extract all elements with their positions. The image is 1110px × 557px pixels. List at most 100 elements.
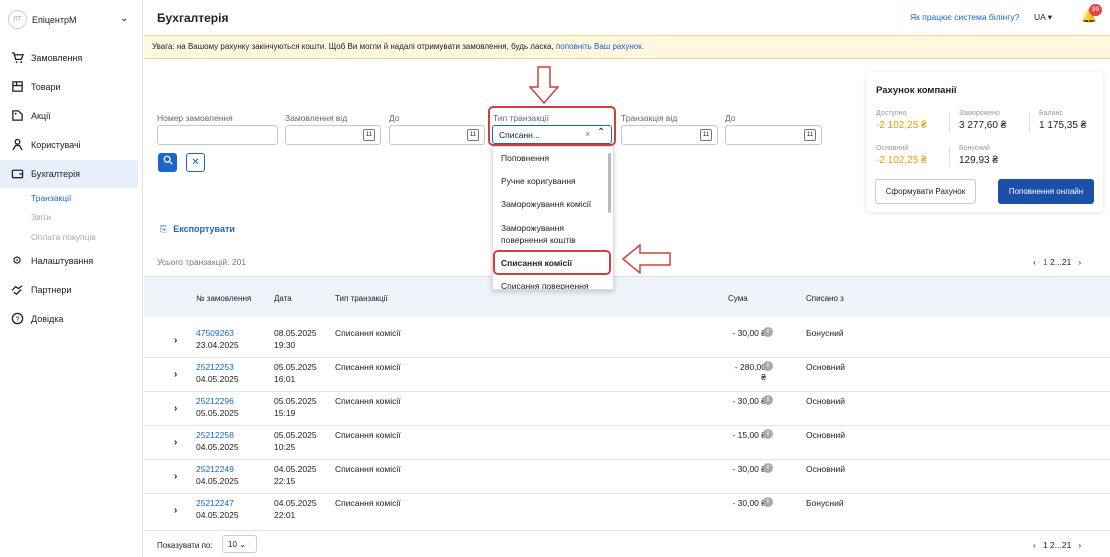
order-to-input[interactable]: 11 (389, 125, 485, 145)
transaction-type-select[interactable]: Списанн... × ⌃ (492, 125, 612, 144)
expand-icon[interactable]: › (174, 403, 177, 414)
chevron-right-icon[interactable]: › (1078, 540, 1081, 550)
order-date: 04.05.2025 (196, 374, 239, 384)
order-link[interactable]: 25212296 (196, 396, 234, 406)
tx-time: 22:01 (274, 510, 296, 520)
calendar-icon[interactable]: 11 (804, 129, 816, 141)
bonus-value: 129,93 ₴ (959, 155, 998, 166)
info-icon[interactable]: i (763, 395, 773, 405)
clear-icon[interactable]: × (585, 129, 590, 139)
per-page-label: Показувати по: (157, 541, 213, 550)
bonus-label: Бонусний (959, 145, 990, 152)
sidebar-item-settings[interactable]: ⚙ Налаштування (0, 247, 138, 275)
handshake-icon (10, 283, 24, 297)
dropdown-scrollbar[interactable] (608, 153, 611, 213)
sidebar-subitem-customer-payments[interactable]: Оплата покупців (31, 232, 96, 242)
generate-invoice-button[interactable]: Сформувати Рахунок (875, 179, 976, 204)
export-button[interactable]: ⎘ Експортувати (160, 224, 235, 235)
transaction-type-value: Списанн... (499, 130, 540, 140)
transaction-to-input[interactable]: 11 (725, 125, 822, 145)
table-footer: Показувати по: 10 ⌄ ‹ 1 2...21 › (144, 530, 1110, 557)
balance-value: 1 175,35 ₴ (1039, 120, 1087, 131)
top-up-online-button[interactable]: Поповнення онлайн (998, 179, 1094, 204)
tx-date: 05.05.2025 (274, 396, 317, 406)
info-icon[interactable]: i (763, 429, 773, 439)
sidebar-item-label: Бухгалтерія (31, 169, 80, 179)
per-page-value: 10 (228, 540, 237, 549)
billing-help-link[interactable]: Як працює система білінгу? (910, 12, 1019, 22)
warning-text: Увага: на Вашому рахунку закінчуються ко… (152, 42, 556, 51)
chevron-right-icon[interactable]: › (1078, 257, 1081, 267)
sidebar-item-help[interactable]: ? Довідка (0, 305, 138, 333)
tx-amount: - 30,00 ₴ (732, 328, 766, 338)
arrow-down-icon (529, 66, 559, 104)
calendar-icon[interactable]: 11 (363, 129, 375, 141)
info-icon[interactable]: i (763, 463, 773, 473)
dropdown-option-manual-adjustment[interactable]: Ручне коригування (493, 175, 609, 187)
chevron-left-icon[interactable]: ‹ (1033, 540, 1036, 550)
order-link[interactable]: 25212253 (196, 362, 234, 372)
info-icon[interactable]: i (763, 327, 773, 337)
order-link[interactable]: 25212258 (196, 430, 234, 440)
order-link[interactable]: 47509263 (196, 328, 234, 338)
dropdown-option-top-up[interactable]: Поповнення (493, 152, 609, 164)
page-rest[interactable]: 2...21 (1050, 257, 1071, 267)
order-from-label: Замовлення від (285, 113, 348, 123)
transaction-from-input[interactable]: 11 (621, 125, 718, 145)
balance-label: Баланс (1039, 110, 1063, 117)
tx-amount: - 15,00 ₴ (732, 430, 766, 440)
page-rest[interactable]: 2...21 (1050, 540, 1071, 550)
page-current[interactable]: 1 (1043, 257, 1048, 267)
avatar: ЛТ (8, 10, 27, 29)
available-value: -2 102,25 ₴ (876, 120, 927, 131)
order-date: 04.05.2025 (196, 476, 239, 486)
sidebar-subitem-transactions[interactable]: Транзакції (31, 193, 71, 203)
order-from-input[interactable]: 11 (285, 125, 381, 145)
info-icon[interactable]: i (763, 361, 773, 371)
pagination-bottom: ‹ 1 2...21 › (1033, 540, 1081, 550)
sidebar-item-label: Акції (31, 111, 51, 121)
expand-icon[interactable]: › (174, 505, 177, 516)
top-up-link[interactable]: поповніть Ваш рахунок. (556, 42, 644, 51)
expand-icon[interactable]: › (174, 369, 177, 380)
chevron-left-icon[interactable]: ‹ (1033, 257, 1036, 267)
chevron-down-icon[interactable]: ⌄ (120, 13, 128, 24)
sidebar-item-partners[interactable]: Партнери (0, 276, 138, 304)
expand-icon[interactable]: › (174, 437, 177, 448)
sidebar-item-orders[interactable]: Замовлення (0, 44, 138, 72)
sidebar-item-label: Замовлення (31, 53, 83, 63)
company-switcher[interactable]: ЛТ ЕпіцентрМ ⌄ (8, 10, 138, 30)
order-link[interactable]: 25212249 (196, 464, 234, 474)
info-icon[interactable]: i (763, 497, 773, 507)
sidebar-item-label: Товари (31, 82, 61, 92)
page-current[interactable]: 1 (1043, 540, 1048, 550)
chevron-up-icon[interactable]: ⌃ (597, 127, 605, 138)
clear-filters-button[interactable]: ✕ (186, 153, 205, 172)
calendar-icon[interactable]: 11 (700, 129, 712, 141)
dropdown-option-refund-charge[interactable]: Списання повернення (493, 280, 609, 289)
tx-type: Списання комісії (335, 498, 401, 508)
sidebar-item-promotions[interactable]: Акції (0, 102, 138, 130)
language-select[interactable]: UA ▾ (1034, 12, 1052, 23)
sidebar-item-users[interactable]: Користувачі (0, 131, 138, 159)
sidebar-item-label: Довідка (31, 314, 64, 324)
cart-icon (10, 51, 24, 65)
order-number-input[interactable] (157, 125, 278, 145)
company-account-card: Рахунок компанії Доступно -2 102,25 ₴ За… (866, 72, 1103, 212)
per-page-select[interactable]: 10 ⌄ (222, 535, 257, 553)
dropdown-option-refund-freeze[interactable]: Заморожування повернення коштів (493, 222, 609, 246)
search-button[interactable] (158, 153, 177, 172)
expand-icon[interactable]: › (174, 335, 177, 346)
sidebar-item-accounting[interactable]: Бухгалтерія (0, 160, 138, 188)
company-name: ЕпіцентрМ (32, 15, 77, 25)
sidebar-item-products[interactable]: Товари (0, 73, 138, 101)
tx-date: 04.05.2025 (274, 498, 317, 508)
expand-icon[interactable]: › (174, 471, 177, 482)
divider (949, 147, 950, 167)
tx-amount: - 30,00 ₴ (732, 396, 766, 406)
order-link[interactable]: 25212247 (196, 498, 234, 508)
dropdown-option-commission-freeze[interactable]: Заморожування комісії (493, 198, 609, 210)
frozen-value: 3 277,60 ₴ (959, 120, 1007, 131)
calendar-icon[interactable]: 11 (467, 129, 479, 141)
sidebar-subitem-reports[interactable]: Звіти (31, 212, 51, 222)
